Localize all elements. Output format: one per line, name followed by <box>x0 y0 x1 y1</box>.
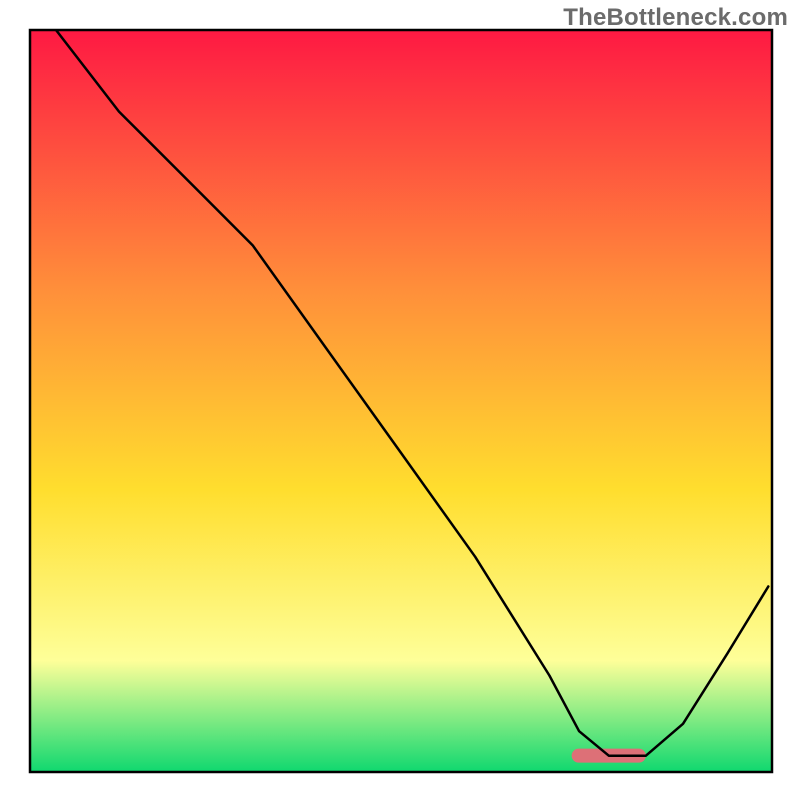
gradient-background <box>30 30 772 772</box>
chart-container: TheBottleneck.com <box>0 0 800 800</box>
bottleneck-chart <box>0 0 800 800</box>
